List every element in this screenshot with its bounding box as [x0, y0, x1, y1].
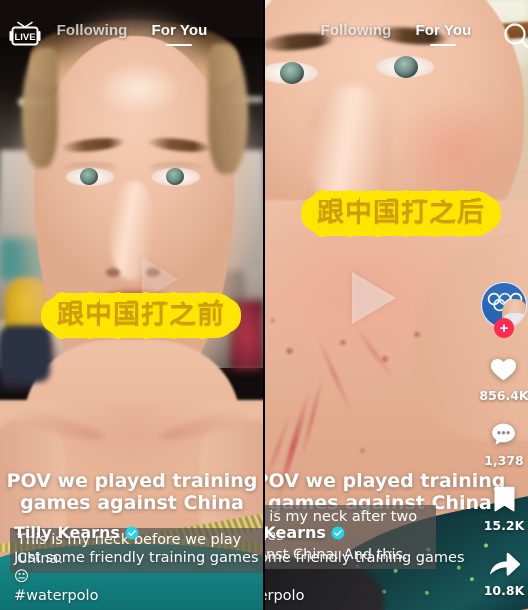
share-icon: [485, 547, 523, 581]
top-nav-bar-right: Following For You: [264, 0, 528, 58]
tab-for-you[interactable]: For You: [151, 22, 207, 46]
caption-hashtag[interactable]: #waterpolo: [264, 588, 304, 604]
play-triangle-icon[interactable]: [142, 257, 178, 301]
overlay-label: 跟中国打之前: [57, 299, 225, 330]
caption-text: Just some friendly training games 😐: [264, 550, 465, 567]
video-caption-right: Just some friendly training games 😐 #wat…: [264, 549, 470, 606]
tab-following[interactable]: Following: [321, 22, 392, 46]
share-count: 10.8K: [483, 583, 525, 598]
like-count: 856.4K: [479, 388, 528, 403]
video-title-text-before: POV we played training games against Chi…: [0, 470, 264, 514]
verified-badge-icon: [331, 526, 345, 540]
caption-hashtag[interactable]: #waterpolo: [14, 588, 98, 604]
chinese-text-overlay-after: 跟中国打之后: [308, 190, 494, 237]
username-row-left[interactable]: Tilly Kearns: [14, 523, 264, 542]
video-meta-after: Tilly Kearns Just some friendly training…: [264, 523, 470, 606]
favorite-button[interactable]: 15.2K: [483, 482, 525, 533]
like-button[interactable]: 856.4K: [479, 352, 528, 403]
title-line-1: POV we played training: [6, 470, 258, 492]
video-panel-before[interactable]: LIVE Following For You 跟中国打之前 POV we pla…: [0, 0, 264, 610]
play-triangle-icon[interactable]: [352, 272, 396, 324]
caption-text: Just some friendly training games 😐: [14, 550, 259, 586]
title-line-1: POV we played training: [264, 470, 506, 492]
comment-button[interactable]: 1,378: [484, 417, 524, 468]
video-meta-before: Tilly Kearns Just some friendly training…: [14, 523, 264, 606]
tab-following[interactable]: Following: [57, 22, 128, 46]
video-panel-after[interactable]: Following For You 跟中国打之后 POV we played t…: [264, 0, 528, 610]
comment-count: 1,378: [484, 453, 524, 468]
feed-tabs-right: Following For You: [264, 22, 528, 46]
avatar[interactable]: +: [481, 282, 527, 338]
verified-badge-icon: [125, 526, 139, 540]
share-button[interactable]: 10.8K: [483, 547, 525, 598]
video-caption-left: Just some friendly training games 😐 #wat…: [14, 549, 264, 606]
search-icon[interactable]: [500, 20, 528, 54]
tiktok-split-screenshot: LIVE Following For You 跟中国打之前 POV we pla…: [0, 0, 528, 610]
favorite-count: 15.2K: [483, 518, 525, 533]
overlay-label: 跟中国打之后: [317, 197, 485, 228]
top-nav-bar-left: LIVE Following For You: [0, 0, 264, 58]
follow-button[interactable]: +: [494, 318, 514, 338]
panel-divider: [263, 0, 265, 610]
comment-icon: [485, 417, 523, 451]
username-label: Tilly Kearns: [264, 523, 326, 543]
tab-for-you[interactable]: For You: [415, 22, 471, 46]
username-row-right[interactable]: Tilly Kearns: [264, 523, 470, 542]
heart-icon: [485, 352, 523, 386]
chinese-text-overlay-before: 跟中国打之前: [48, 292, 234, 339]
bookmark-icon: [485, 482, 523, 516]
feed-tabs-left: Following For You: [0, 22, 264, 46]
title-line-2: games against China: [20, 492, 244, 515]
action-rail: + 856.4K 1,378 15.2K 10.8K: [476, 282, 528, 610]
username-label: Tilly Kearns: [14, 523, 120, 543]
